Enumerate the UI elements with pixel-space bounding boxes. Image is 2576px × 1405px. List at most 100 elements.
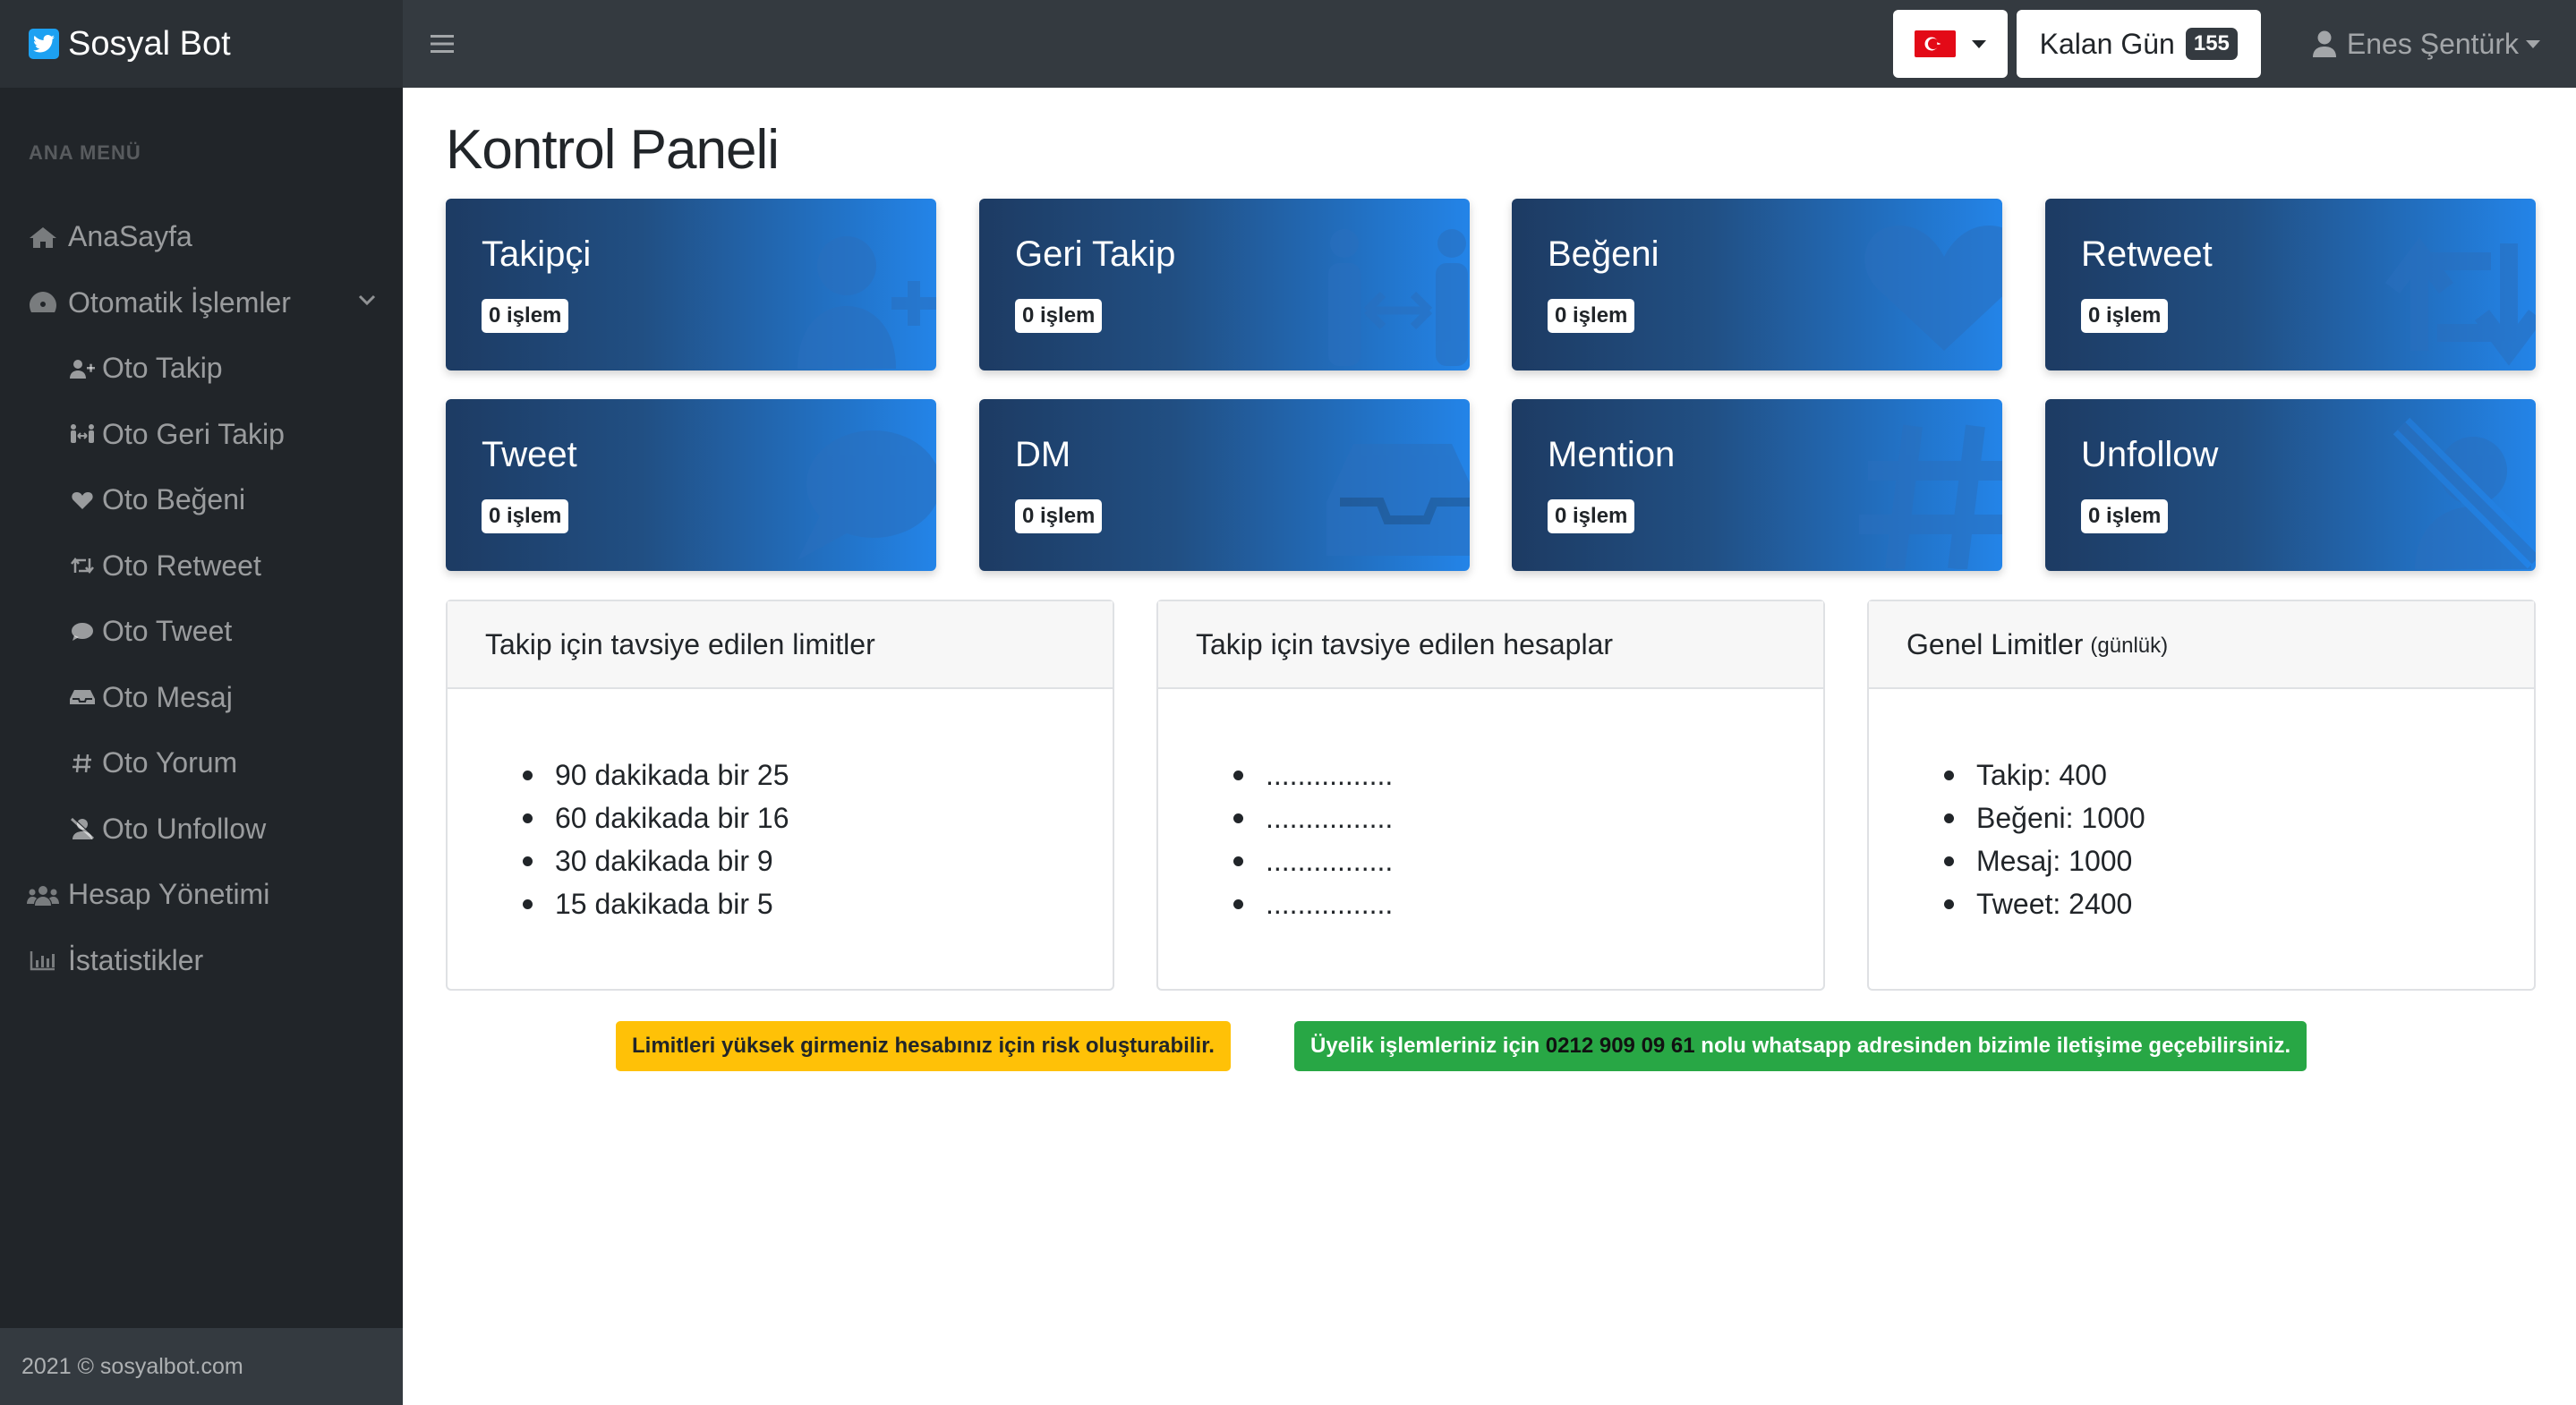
sidebar-item-label: AnaSayfa [68, 220, 192, 253]
list-item: 90 dakikada bir 25 [523, 754, 1113, 796]
chevron-down-icon [2526, 39, 2540, 48]
panel-recommended-limits: Takip için tavsiye edilen limitler 90 da… [446, 600, 1114, 991]
card-title: Tweet [482, 435, 577, 474]
chevron-down-icon [1971, 39, 1986, 48]
panel-title: Takip için tavsiye edilen limitler [485, 627, 875, 660]
comment-icon [70, 618, 95, 645]
sidebar-item-auto-retweet[interactable]: Oto Retweet [0, 533, 403, 600]
language-dropdown[interactable] [1892, 10, 2008, 78]
whatsapp-phone[interactable]: 0212 909 09 61 [1546, 1034, 1695, 1059]
card-title: Mention [1548, 435, 1676, 474]
card-badge: 0 işlem [2081, 499, 2169, 533]
brand-name: Sosyal Bot [68, 24, 231, 63]
info-prefix: Üyelik işlemleriniz için [1310, 1034, 1540, 1058]
stat-card-dm[interactable]: DM 0 işlem [979, 399, 1470, 571]
panel-header: Takip için tavsiye edilen hesaplar [1158, 601, 1823, 689]
heart-icon [1864, 226, 2002, 351]
stat-card-follow-back[interactable]: Geri Takip 0 işlem [979, 199, 1470, 370]
stat-card-mentions[interactable]: Mention 0 işlem [1512, 399, 2002, 571]
sidebar-item-label: Oto Yorum [102, 746, 238, 779]
user-name: Enes Şentürk [2346, 27, 2519, 60]
sidebar-item-home[interactable]: AnaSayfa [0, 204, 403, 270]
warning-alert: Limitleri yüksek girmeniz hesabınız için… [616, 1021, 1231, 1071]
heart-icon [70, 487, 95, 514]
inbox-icon [70, 684, 95, 711]
sidebar-item-auto-unfollow[interactable]: Oto Unfollow [0, 796, 403, 863]
remaining-days-button[interactable]: Kalan Gün 155 [2016, 10, 2261, 78]
stat-card-unfollow[interactable]: Unfollow 0 işlem [2045, 399, 2536, 571]
panel-header: Genel Limitler (günlük) [1869, 601, 2534, 689]
comment-icon [798, 430, 936, 560]
stat-card-followers[interactable]: Takipçi 0 işlem [446, 199, 936, 370]
panel-recommended-accounts: Takip için tavsiye edilen hesaplar .....… [1156, 600, 1825, 991]
sidebar-item-auto-like[interactable]: Oto Beğeni [0, 467, 403, 533]
list-item: ................ [1233, 796, 1823, 839]
panel-body: 90 dakikada bir 25 60 dakikada bir 16 30… [448, 689, 1113, 925]
sidebar-footer: 2021 © sosyalbot.com [0, 1328, 403, 1405]
sidebar-item-account-management[interactable]: Hesap Yönetimi [0, 862, 403, 928]
remaining-days-label: Kalan Gün [2039, 27, 2175, 60]
panel-body: Takip: 400 Beğeni: 1000 Mesaj: 1000 Twee… [1869, 689, 2534, 925]
panel-general-limits: Genel Limitler (günlük) Takip: 400 Beğen… [1867, 600, 2536, 991]
retweet-icon [70, 552, 95, 579]
stat-card-tweets[interactable]: Tweet 0 işlem [446, 399, 936, 571]
sidebar: ANA MENÜ AnaSayfa Otomatik İşlemler Oto … [0, 88, 403, 1405]
sidebar-item-auto-tweet[interactable]: Oto Tweet [0, 599, 403, 665]
list-item: Takip: 400 [1944, 754, 2534, 796]
panel-title: Genel Limitler [1906, 627, 2084, 660]
list-item: ................ [1233, 882, 1823, 925]
sidebar-item-auto-comment[interactable]: Oto Yorum [0, 730, 403, 796]
panel-subtitle: (günlük) [2090, 634, 2169, 658]
sidebar-item-auto-message[interactable]: Oto Mesaj [0, 665, 403, 731]
user-icon [2312, 30, 2336, 57]
card-badge: 0 işlem [1015, 299, 1103, 333]
card-title: Unfollow [2081, 435, 2219, 474]
navbar-right: Kalan Gün 155 Enes Şentürk [1892, 0, 2576, 88]
user-plus-icon [798, 236, 936, 369]
chart-bar-icon [27, 947, 59, 974]
brand[interactable]: Sosyal Bot [0, 0, 403, 88]
hashtag-icon [1859, 424, 2002, 569]
stat-card-retweets[interactable]: Retweet 0 işlem [2045, 199, 2536, 370]
menu-toggle-button[interactable] [415, 17, 469, 71]
turkey-flag-icon [1914, 30, 1956, 57]
remaining-days-badge: 155 [2185, 28, 2238, 60]
card-title: Retweet [2081, 234, 2213, 274]
sidebar-item-label: Oto Retweet [102, 549, 261, 582]
sidebar-item-statistics[interactable]: İstatistikler [0, 928, 403, 994]
sidebar-item-label: Hesap Yönetimi [68, 878, 270, 911]
sidebar-item-label: Oto Tweet [102, 615, 233, 648]
twitter-icon [29, 29, 59, 59]
user-menu[interactable]: Enes Şentürk [2312, 27, 2540, 61]
stat-card-likes[interactable]: Beğeni 0 işlem [1512, 199, 2002, 370]
user-slash-icon [2393, 417, 2536, 569]
card-title: DM [1015, 435, 1071, 474]
list-item: 30 dakikada bir 9 [523, 839, 1113, 882]
card-badge: 0 işlem [2081, 299, 2169, 333]
user-plus-icon [70, 355, 95, 382]
sidebar-item-auto-follow-back[interactable]: Oto Geri Takip [0, 402, 403, 468]
sidebar-item-label: Otomatik İşlemler [68, 285, 291, 319]
people-arrows-icon [70, 421, 95, 447]
accounts-list: ................ ................ ......… [1233, 754, 1823, 925]
retweet-icon [2385, 237, 2536, 366]
list-item: ................ [1233, 754, 1823, 796]
list-item: 15 dakikada bir 5 [523, 882, 1113, 925]
panel-header: Takip için tavsiye edilen limitler [448, 601, 1113, 689]
sidebar-item-label: Oto Takip [102, 352, 223, 385]
sidebar-item-auto-follow[interactable]: Oto Takip [0, 336, 403, 402]
sidebar-item-label: Oto Unfollow [102, 812, 267, 845]
card-badge: 0 işlem [482, 499, 569, 533]
panel-body: ................ ................ ......… [1158, 689, 1823, 925]
hashtag-icon [70, 750, 95, 777]
card-badge: 0 işlem [1548, 299, 1635, 333]
card-title: Beğeni [1548, 234, 1659, 274]
sidebar-heading: ANA MENÜ [29, 141, 141, 164]
card-title: Takipçi [482, 234, 592, 274]
card-badge: 0 işlem [1548, 499, 1635, 533]
card-badge: 0 işlem [1015, 499, 1103, 533]
sidebar-item-label: Oto Mesaj [102, 680, 233, 713]
sidebar-item-automatic-actions[interactable]: Otomatik İşlemler [0, 270, 403, 336]
user-slash-icon [70, 815, 95, 842]
list-item: Tweet: 2400 [1944, 882, 2534, 925]
